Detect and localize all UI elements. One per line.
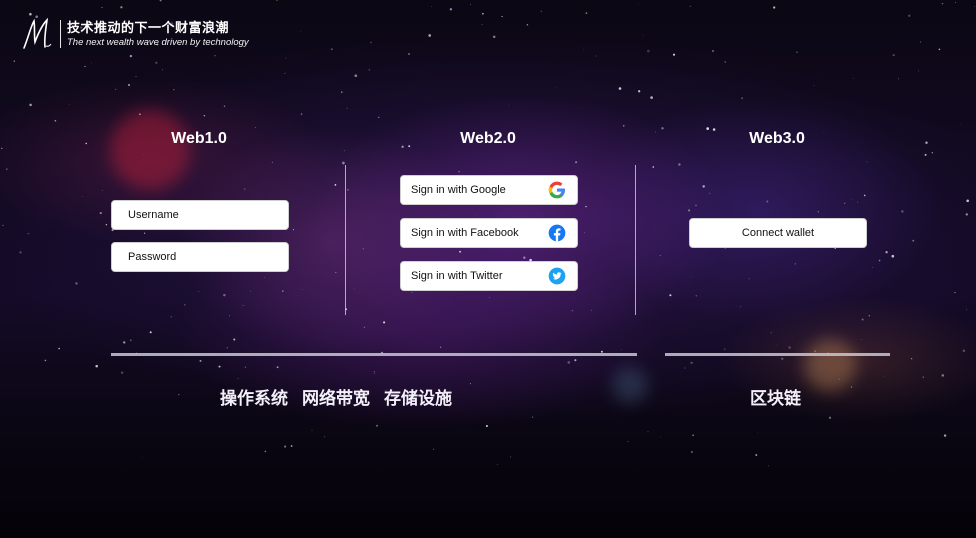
brand-divider bbox=[60, 20, 61, 48]
web2-title: Web2.0 bbox=[460, 130, 516, 147]
column-divider-left bbox=[345, 165, 346, 315]
facebook-signin-label: Sign in with Facebook bbox=[411, 227, 519, 239]
brand-title: 技术推动的下一个财富浪潮 bbox=[67, 20, 230, 36]
web3-title: Web3.0 bbox=[749, 130, 805, 147]
infra-label-network: 网络带宽 bbox=[302, 389, 370, 409]
twitter-signin-label: Sign in with Twitter bbox=[411, 270, 503, 282]
twitter-icon bbox=[548, 267, 566, 285]
username-input[interactable] bbox=[111, 200, 289, 230]
connect-wallet-button[interactable]: Connect wallet bbox=[689, 218, 867, 248]
password-input[interactable] bbox=[111, 242, 289, 272]
facebook-signin-button[interactable]: Sign in with Facebook bbox=[400, 218, 578, 248]
brand-text: 技术推动的下一个财富浪潮 The next wealth wave driven… bbox=[67, 20, 249, 49]
google-signin-label: Sign in with Google bbox=[411, 184, 506, 196]
connect-wallet-label: Connect wallet bbox=[741, 227, 815, 239]
infrastructure-divider bbox=[111, 353, 637, 356]
web1-title: Web1.0 bbox=[171, 130, 227, 147]
brand-subtitle: The next wealth wave driven by technolog… bbox=[67, 36, 249, 48]
facebook-icon bbox=[548, 224, 566, 242]
blockchain-divider bbox=[665, 353, 890, 356]
google-signin-button[interactable]: Sign in with Google bbox=[400, 175, 578, 205]
blockchain-label: 区块链 bbox=[750, 389, 801, 409]
twitter-signin-button[interactable]: Sign in with Twitter bbox=[400, 261, 578, 291]
m-signature-logo-icon bbox=[23, 17, 52, 49]
brand-header: 技术推动的下一个财富浪潮 The next wealth wave driven… bbox=[20, 16, 249, 52]
infrastructure-labels: 操作系统 网络带宽 存储设施 bbox=[220, 384, 452, 409]
infra-label-os: 操作系统 bbox=[220, 389, 288, 409]
infra-label-storage: 存储设施 bbox=[384, 389, 452, 409]
column-divider-right bbox=[635, 165, 636, 315]
google-icon bbox=[548, 181, 565, 199]
